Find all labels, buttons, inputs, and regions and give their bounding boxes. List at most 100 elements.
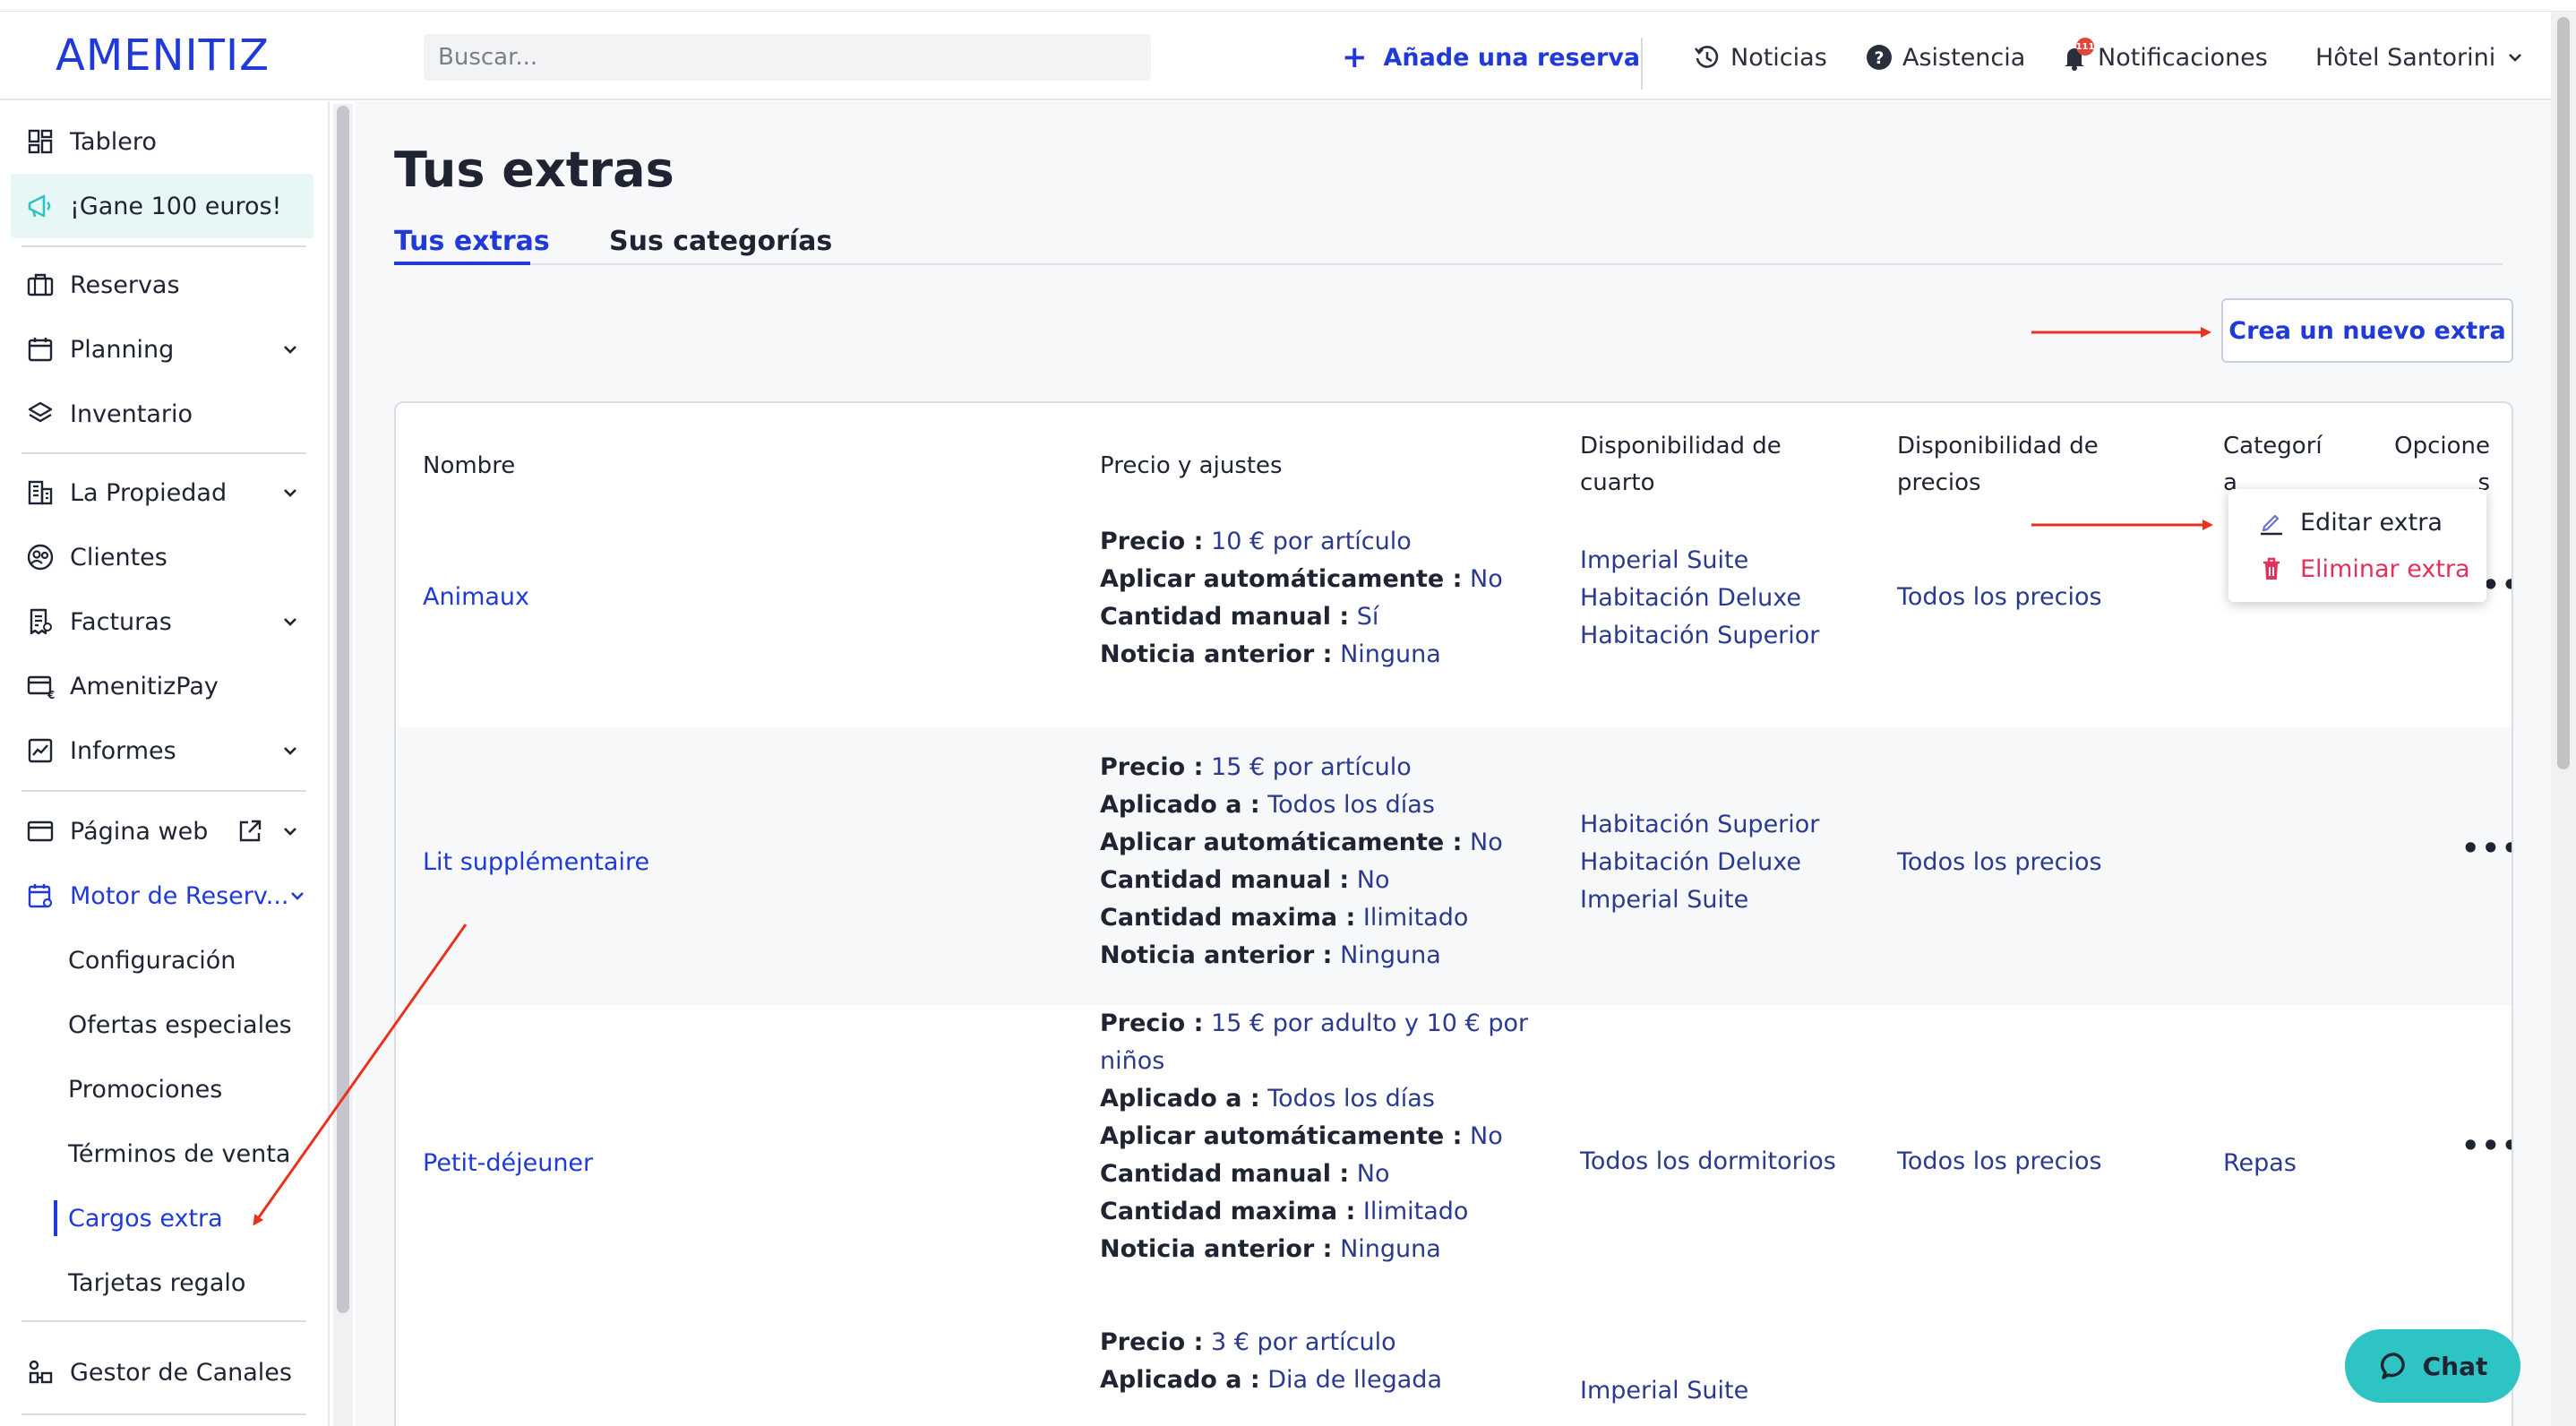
room-name: Imperial Suite <box>1580 1377 1749 1405</box>
price-line: Precio : 10 € por artículo <box>1100 523 1503 561</box>
table-row: Precio : 3 € por artículo Aplicado a : D… <box>398 1324 2512 1426</box>
sidebar-item-planning[interactable]: Planning <box>11 321 313 378</box>
price-line: Aplicado a : Todos los días <box>1100 786 1503 824</box>
sidebar-subitem-extra-charges[interactable]: Cargos extra <box>68 1193 223 1243</box>
delete-extra-menu-item[interactable]: Eliminar extra <box>2257 550 2470 588</box>
sidebar-subitem-gift-cards[interactable]: Tarjetas regalo <box>68 1258 245 1308</box>
sidebar-item-label: Reservas <box>70 271 180 299</box>
extra-name-link[interactable]: Petit-déjeuner <box>423 1145 593 1182</box>
sidebar-item-label: Planning <box>70 335 175 364</box>
price-value: No <box>1470 1122 1503 1150</box>
price-line: Aplicado a : Todos los días <box>1100 1080 1528 1118</box>
price-label: Aplicar automáticamente : <box>1100 565 1463 593</box>
price-line: Precio : 15 € por adulto y 10 € por <box>1100 1005 1528 1043</box>
sidebar-divider <box>21 1413 306 1415</box>
tab-your-extras[interactable]: Tus extras <box>394 226 550 257</box>
chat-button[interactable]: Chat <box>2345 1329 2520 1403</box>
sidebar-item-channel-manager[interactable]: Gestor de Canales <box>11 1344 313 1401</box>
chevron-down-icon <box>278 480 303 505</box>
browser-window-icon <box>25 816 56 846</box>
price-label: Cantidad manual : <box>1100 1160 1350 1188</box>
add-reservation-button[interactable]: + Añade una reserva <box>1342 36 1640 79</box>
column-header-label: Nombre <box>423 452 516 479</box>
extra-name-link[interactable]: Animaux <box>423 579 529 616</box>
row-options-button[interactable]: ••• <box>2461 1129 2512 1163</box>
room-availability: Imperial Suite <box>1580 1372 1748 1410</box>
sidebar-item-dashboard[interactable]: Tablero <box>11 113 313 170</box>
price-settings: Precio : 15 € por adulto y 10 € por niño… <box>1100 1005 1528 1268</box>
price-value: No <box>1470 829 1503 856</box>
column-header-label: cuarto <box>1580 469 1655 496</box>
help-button[interactable]: ? Asistencia <box>1865 36 2025 79</box>
sidebar-divider <box>21 245 306 247</box>
news-button[interactable]: Noticias <box>1693 36 1827 79</box>
sidebar-item-amenitizpay[interactable]: € AmenitizPay <box>11 657 313 715</box>
edit-extra-menu-item[interactable]: Editar extra <box>2257 503 2443 541</box>
room-name: Habitación Deluxe <box>1580 584 1801 612</box>
price-value: Ninguna <box>1340 941 1441 969</box>
sidebar-subitem-special-offers[interactable]: Ofertas especiales <box>68 1000 292 1050</box>
price-line: Aplicar automáticamente : No <box>1100 561 1503 598</box>
delete-extra-label: Eliminar extra <box>2300 554 2470 583</box>
create-extra-button[interactable]: Crea un nuevo extra <box>2221 298 2513 363</box>
hotel-name: Hôtel Santorini <box>2315 43 2496 72</box>
sidebar-subitem-terms-of-sale[interactable]: Términos de venta <box>68 1129 290 1179</box>
chevron-down-icon <box>278 337 303 362</box>
column-header-rate-availability: Disponibilidad de precios <box>1897 428 2099 502</box>
price-label: Cantidad maxima : <box>1100 904 1356 932</box>
sidebar-subitem-configuration[interactable]: Configuración <box>68 935 236 985</box>
column-header-room-availability: Disponibilidad de cuarto <box>1580 428 1782 502</box>
price-label: Aplicar automáticamente : <box>1100 829 1463 856</box>
sidebar-item-reservations[interactable]: Reservas <box>11 256 313 314</box>
help-label: Asistencia <box>1902 43 2026 72</box>
sidebar-item-invoices[interactable]: Facturas <box>11 593 313 650</box>
sidebar-item-reports[interactable]: Informes <box>11 722 313 779</box>
calendar-booking-icon <box>25 881 56 911</box>
price-line: Cantidad maxima : Ilimitado <box>1100 1193 1528 1231</box>
notifications-button[interactable]: 111 Notificaciones <box>2060 36 2268 79</box>
sidebar-item-inventory[interactable]: Inventario <box>11 385 313 442</box>
sidebar-item-booking-engine[interactable]: Motor de Reserv... <box>11 867 313 924</box>
price-line: Cantidad manual : No <box>1100 862 1503 899</box>
sidebar-subitem-promotions[interactable]: Promociones <box>68 1064 222 1114</box>
price-label: Cantidad maxima : <box>1100 1198 1356 1225</box>
page-scrollbar[interactable] <box>2551 12 2576 1426</box>
sidebar-item-label: Informes <box>70 736 176 765</box>
external-link-icon[interactable] <box>236 818 263 845</box>
price-label: Precio : <box>1100 528 1204 555</box>
page-scrollbar-thumb[interactable] <box>2557 17 2570 769</box>
sidebar-item-clients[interactable]: Clientes <box>11 528 313 586</box>
extra-name-link[interactable]: Lit supplémentaire <box>423 844 649 881</box>
trash-icon <box>2257 554 2286 583</box>
amenitiz-logo[interactable]: AMENITIZ <box>56 30 270 81</box>
price-label: Cantidad manual : <box>1100 866 1350 894</box>
room-availability: Imperial Suite Habitación Deluxe Habitac… <box>1580 542 1819 655</box>
search-input[interactable] <box>424 34 1151 81</box>
sidebar-divider <box>21 452 306 454</box>
price-label: Aplicar automáticamente : <box>1100 1122 1463 1150</box>
sidebar-scrollbar[interactable] <box>333 104 353 1426</box>
top-header: AMENITIZ + Añade una reserva Noticias ? … <box>0 13 2551 100</box>
price-line: Cantidad maxima : Ilimitado <box>1100 899 1503 937</box>
price-label: Noticia anterior : <box>1100 1235 1333 1263</box>
sidebar-item-website[interactable]: Página web <box>11 803 313 860</box>
chevron-down-icon <box>278 819 303 844</box>
price-value: Todos los días <box>1267 791 1435 819</box>
extras-table: Nombre Precio y ajustes Disponibilidad d… <box>394 401 2513 1426</box>
hotel-selector[interactable]: Hôtel Santorini <box>2315 36 2538 79</box>
price-label: Noticia anterior : <box>1100 640 1333 668</box>
column-header-label: Disponibilidad de <box>1897 433 2099 460</box>
sidebar-item-property[interactable]: La Propiedad <box>11 464 313 521</box>
sidebar-scrollbar-thumb[interactable] <box>337 106 349 1313</box>
calendar-icon <box>25 334 56 365</box>
svg-text:€: € <box>47 689 55 700</box>
users-circle-icon <box>25 542 56 572</box>
price-label: Precio : <box>1100 753 1204 781</box>
tab-categories[interactable]: Sus categorías <box>609 226 832 257</box>
column-header-label: Precio y ajustes <box>1100 452 1283 479</box>
sidebar-item-referral-promo[interactable]: ¡Gane 100 euros! <box>11 174 313 238</box>
notifications-label: Notificaciones <box>2098 43 2268 72</box>
row-options-button[interactable]: ••• <box>2461 831 2512 865</box>
price-value: Ninguna <box>1340 1235 1441 1263</box>
chat-bubble-icon <box>2378 1349 2412 1383</box>
